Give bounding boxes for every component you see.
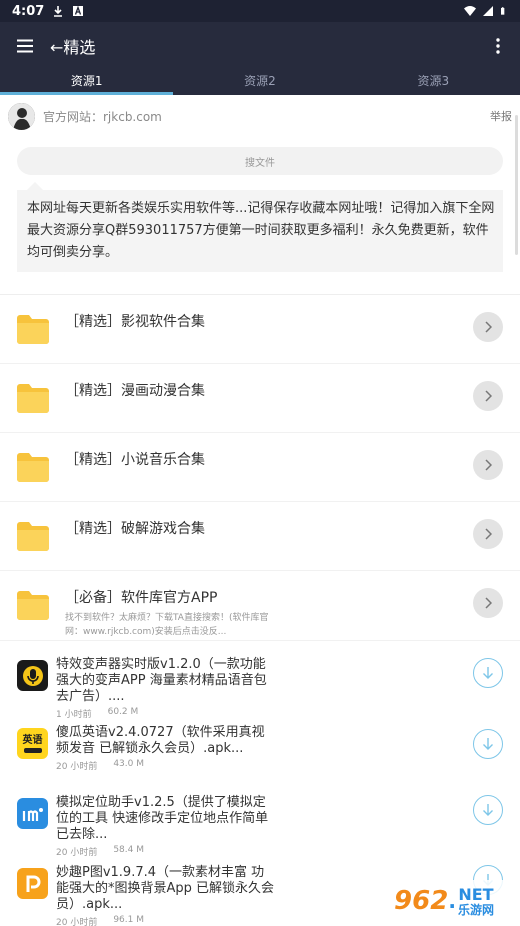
chevron-right-icon — [485, 528, 492, 540]
folder-item[interactable]: ［精选］影视软件合集 — [0, 295, 520, 364]
app-notification-icon — [73, 5, 84, 16]
hamburger-icon — [17, 39, 33, 53]
watermark-dot: . — [448, 889, 456, 913]
file-size: 58.4 M — [113, 845, 144, 855]
status-time: 4:07 — [12, 3, 45, 19]
chevron-right-icon — [485, 390, 492, 402]
page-title[interactable]: ←精选 — [50, 34, 95, 58]
download-button[interactable] — [473, 795, 503, 825]
file-title: 特效变声器实时版v1.2.0（一款功能强大的变声APP 海量素材精品语音包 去广… — [56, 657, 267, 704]
file-time: 20 小时前 — [56, 848, 98, 858]
photo-app-icon — [17, 868, 48, 899]
watermark-number: 962 — [394, 886, 449, 916]
english-app-icon: 英语 — [17, 728, 48, 759]
app-bar: ←精选 — [0, 22, 520, 70]
chevron-right-icon — [485, 321, 492, 333]
wifi-icon — [464, 6, 476, 16]
file-size: 60.2 M — [107, 707, 139, 717]
folder-item[interactable]: ［必备］软件库官方APP 找不到软件？太麻烦？下载TA直接搜索！(软件库官网：w… — [0, 571, 520, 641]
more-vertical-icon — [496, 38, 500, 54]
download-button[interactable] — [473, 729, 503, 759]
site-watermark: 962 . NET 乐游网 — [374, 880, 514, 922]
search-input[interactable]: 搜文件 — [17, 147, 503, 175]
file-title: 傻瓜英语v2.4.0727（软件采用真视频发音 已解锁永久会员）.apk... — [56, 725, 265, 756]
chevron-right-icon — [485, 597, 492, 609]
file-item[interactable]: 英语 傻瓜英语v2.4.0727（软件采用真视频发音 已解锁永久会员）.apk.… — [0, 725, 520, 791]
avatar[interactable] — [8, 102, 35, 130]
folder-title: ［精选］破解游戏合集 — [65, 521, 205, 537]
folder-icon — [17, 315, 49, 344]
file-time: 20 小时前 — [56, 918, 98, 926]
file-size: 96.1 M — [113, 915, 144, 925]
folder-title: ［精选］小说音乐合集 — [65, 452, 205, 468]
watermark-cn: 乐游网 — [457, 902, 494, 917]
folder-item[interactable]: ［精选］破解游戏合集 — [0, 502, 520, 571]
download-arrow-icon — [483, 667, 493, 679]
folder-icon — [17, 384, 49, 413]
file-time: 1 小时前 — [56, 710, 92, 720]
file-title: 妙趣P图v1.9.7.4（一款素材丰富 功能强大的*图换背景App 已解锁永久会… — [56, 865, 275, 912]
download-arrow-icon — [483, 738, 493, 750]
english-app-icon-label: 英语 — [22, 734, 43, 746]
resource-tabs: 资源1 资源2 资源3 — [0, 70, 520, 95]
content-area[interactable]: 官方网站：rjkcb.com 举报 搜文件 本网址每天更新各类娱乐实用软件等..… — [0, 95, 520, 926]
scrollbar[interactable] — [515, 115, 518, 255]
folder-icon — [17, 453, 49, 482]
file-time: 20 小时前 — [56, 762, 98, 772]
folder-icon — [17, 522, 49, 551]
folder-item[interactable]: ［精选］漫画动漫合集 — [0, 364, 520, 433]
menu-button[interactable] — [0, 22, 50, 70]
folder-list: ［精选］影视软件合集 ［精选］漫画动漫合集 ［精选］小说音乐合集 ［精选］破解游… — [0, 295, 520, 641]
file-title: 模拟定位助手v1.2.5（提供了模拟定位的工具 快速修改手定位地点作简单 已去除… — [56, 795, 269, 842]
folder-icon — [17, 591, 49, 620]
notice-bubble: 本网址每天更新各类娱乐实用软件等...记得保存收藏本网址哦！记得加入旗下全网最大… — [17, 182, 503, 272]
battery-icon — [501, 7, 505, 15]
chevron-right-icon — [485, 459, 492, 471]
tab-resource-2[interactable]: 资源2 — [173, 70, 346, 95]
site-url-label: 官方网站：rjkcb.com — [43, 109, 162, 124]
site-info-row: 官方网站：rjkcb.com 举报 — [0, 95, 520, 137]
signal-icon — [483, 6, 493, 16]
open-folder-button[interactable] — [473, 381, 503, 411]
status-bar: 4:07 — [0, 0, 520, 22]
avatar-figure-icon — [8, 102, 35, 130]
file-item[interactable]: 特效变声器实时版v1.2.0（一款功能强大的变声APP 海量素材精品语音包 去广… — [0, 657, 520, 723]
download-button[interactable] — [473, 658, 503, 688]
download-arrow-icon — [483, 804, 493, 816]
folder-item[interactable]: ［精选］小说音乐合集 — [0, 433, 520, 502]
folder-title: ［精选］影视软件合集 — [65, 314, 205, 330]
folder-description: 找不到软件？太麻烦？下载TA直接搜索！(软件库官网：www.rjkcb.com)… — [65, 613, 269, 637]
file-item[interactable]: 模拟定位助手v1.2.5（提供了模拟定位的工具 快速修改手定位地点作简单 已去除… — [0, 795, 520, 861]
folder-title: ［精选］漫画动漫合集 — [65, 383, 205, 399]
file-size: 43.0 M — [113, 759, 144, 769]
folder-title: ［必备］软件库官方APP — [65, 590, 218, 606]
more-options-button[interactable] — [476, 22, 520, 70]
open-folder-button[interactable] — [473, 519, 503, 549]
tab-resource-1[interactable]: 资源1 — [0, 70, 174, 95]
location-app-icon — [17, 798, 48, 829]
watermark-net: NET — [458, 884, 494, 904]
open-folder-button[interactable] — [473, 588, 503, 618]
report-link[interactable]: 举报 — [490, 108, 512, 124]
voice-changer-icon — [17, 660, 48, 691]
tab-resource-3[interactable]: 资源3 — [347, 70, 520, 95]
open-folder-button[interactable] — [473, 312, 503, 342]
open-folder-button[interactable] — [473, 450, 503, 480]
download-icon — [54, 6, 63, 17]
